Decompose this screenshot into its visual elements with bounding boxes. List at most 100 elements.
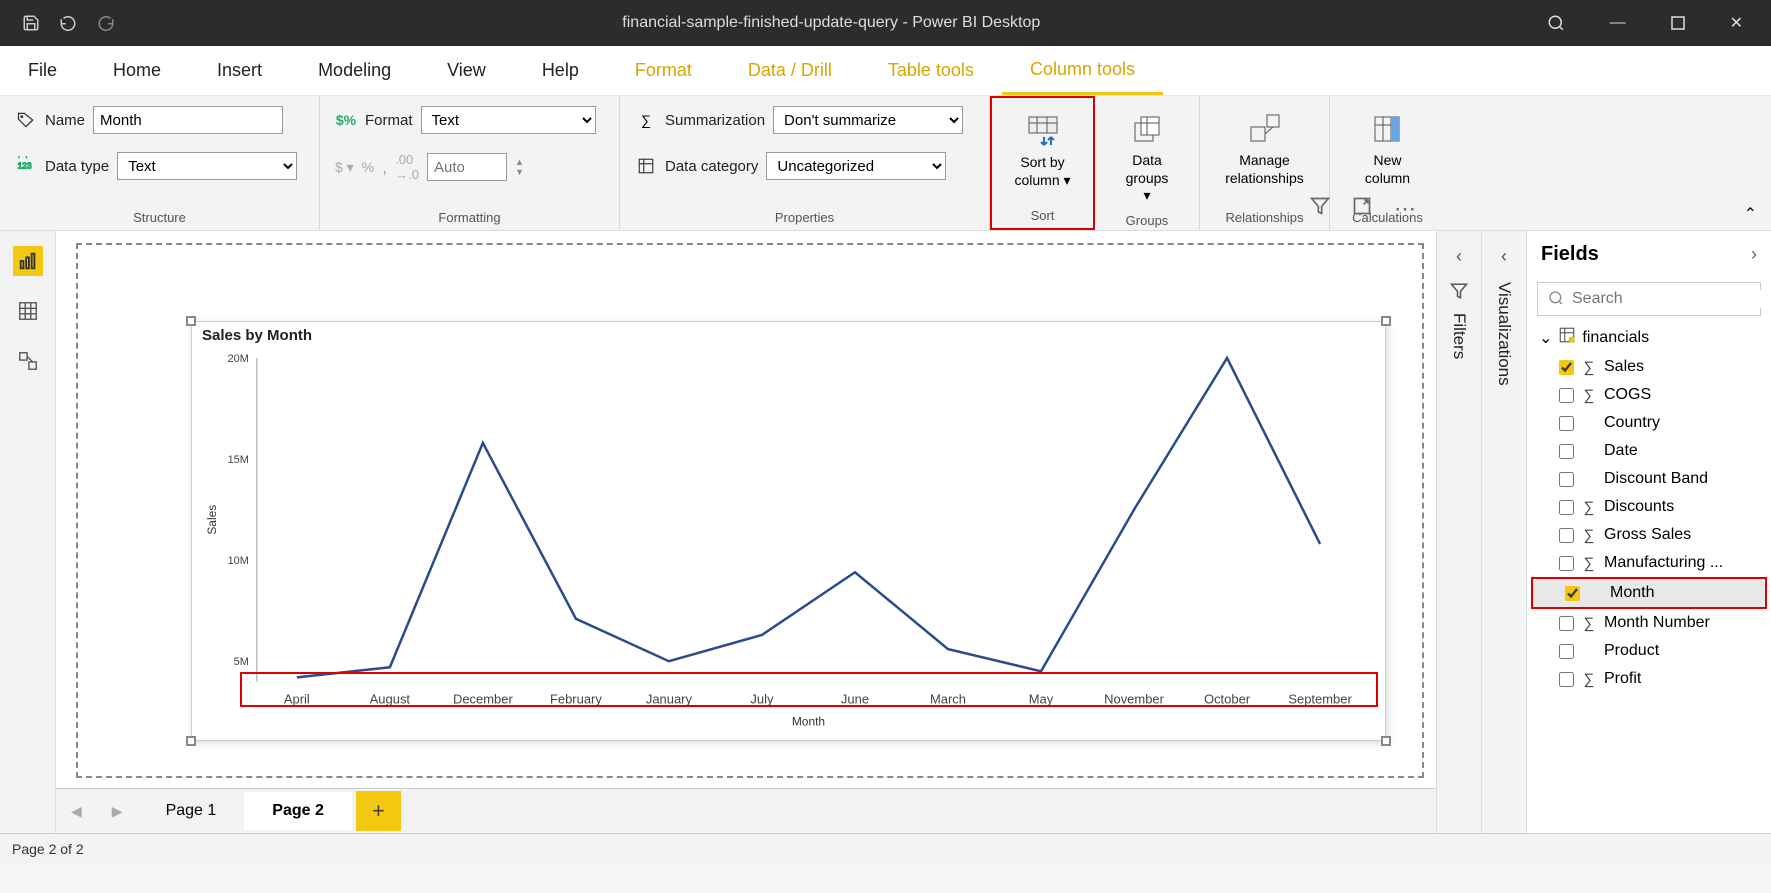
filters-pane-collapsed[interactable]: ‹ Filters: [1436, 231, 1481, 833]
decimal-places-input: [427, 153, 507, 181]
field-name: Month: [1610, 584, 1654, 602]
page-tab-page-2[interactable]: Page 2: [244, 792, 352, 830]
data-groups-button[interactable]: Data groups ▾: [1110, 106, 1184, 210]
search-input[interactable]: [1572, 290, 1771, 308]
ribbon: Name 123 Data type Text Structure $% For…: [0, 96, 1771, 231]
sort-by-column-button[interactable]: Sort by column ▾: [1002, 108, 1082, 194]
column-name-input[interactable]: [93, 106, 283, 134]
data-groups-icon: [1129, 111, 1165, 147]
percent-button[interactable]: %: [362, 159, 374, 175]
menu-tab-insert[interactable]: Insert: [189, 46, 290, 95]
page-status: Page 2 of 2: [12, 841, 84, 857]
search-icon[interactable]: [1547, 14, 1565, 32]
comma-button[interactable]: ,: [382, 157, 387, 178]
field-name: Discount Band: [1604, 470, 1708, 488]
model-view-button[interactable]: [13, 346, 43, 376]
new-column-button[interactable]: New column: [1353, 106, 1422, 192]
chevron-right-icon[interactable]: ›: [1751, 244, 1757, 265]
field-item-month[interactable]: Month: [1533, 579, 1765, 607]
menu-bar: FileHomeInsertModelingViewHelpFormatData…: [0, 46, 1771, 96]
filter-icon[interactable]: [1310, 196, 1330, 222]
filters-label: Filters: [1449, 313, 1469, 359]
data-category-select[interactable]: Uncategorized: [766, 152, 946, 180]
field-checkbox[interactable]: [1559, 472, 1574, 487]
chevron-left-icon[interactable]: ‹: [1456, 246, 1462, 267]
structure-group-label: Structure: [15, 210, 304, 225]
menu-tab-file[interactable]: File: [0, 46, 85, 95]
data-view-button[interactable]: [13, 296, 43, 326]
page-tabs: ◀ ▶ Page 1Page 2 +: [56, 788, 1436, 833]
manage-relationships-button[interactable]: Manage relationships: [1213, 106, 1316, 192]
field-checkbox[interactable]: [1559, 500, 1574, 515]
sigma-icon: ∑: [1582, 387, 1596, 404]
field-item-discounts[interactable]: ∑Discounts: [1527, 493, 1771, 521]
field-checkbox[interactable]: [1559, 388, 1574, 403]
page-tab-page-1[interactable]: Page 1: [138, 792, 245, 830]
field-name: Product: [1604, 642, 1659, 660]
save-icon[interactable]: [22, 14, 40, 32]
chevron-left-icon[interactable]: ‹: [1501, 246, 1507, 267]
page-next-icon[interactable]: ▶: [97, 803, 138, 820]
formatting-group-label: Formatting: [335, 210, 604, 225]
field-checkbox[interactable]: [1559, 416, 1574, 431]
menu-tab-data-drill[interactable]: Data / Drill: [720, 46, 860, 95]
field-item-profit[interactable]: ∑Profit: [1527, 665, 1771, 693]
field-item-country[interactable]: Country: [1527, 409, 1771, 437]
fields-table-header[interactable]: ⌄ financials: [1527, 326, 1771, 349]
field-item-gross-sales[interactable]: ∑Gross Sales: [1527, 521, 1771, 549]
field-checkbox[interactable]: [1559, 556, 1574, 571]
ribbon-collapse-icon[interactable]: ⌃: [1744, 204, 1757, 224]
datatype-select[interactable]: Text: [117, 152, 297, 180]
field-item-month-number[interactable]: ∑Month Number: [1527, 609, 1771, 637]
field-item-cogs[interactable]: ∑COGS: [1527, 381, 1771, 409]
report-canvas[interactable]: ⋯ Sales by Month 5M10M15M20MSalesAprilAu…: [56, 231, 1436, 833]
field-checkbox[interactable]: [1559, 528, 1574, 543]
summarization-select[interactable]: Don't summarize: [773, 106, 963, 134]
field-checkbox[interactable]: [1565, 586, 1580, 601]
sales-by-month-chart[interactable]: Sales by Month 5M10M15M20MSalesAprilAugu…: [191, 321, 1386, 741]
add-page-button[interactable]: +: [356, 791, 401, 831]
collapse-icon[interactable]: ⌄: [1539, 328, 1552, 348]
format-select[interactable]: Text: [421, 106, 596, 134]
sigma-icon: ∑: [1582, 527, 1596, 544]
focus-mode-icon[interactable]: [1352, 196, 1372, 222]
close-icon[interactable]: ✕: [1730, 13, 1743, 33]
menu-tab-home[interactable]: Home: [85, 46, 189, 95]
field-checkbox[interactable]: [1559, 360, 1574, 375]
table-name: financials: [1582, 329, 1649, 347]
field-name: Month Number: [1604, 614, 1710, 632]
menu-tab-view[interactable]: View: [419, 46, 514, 95]
decimal-button[interactable]: .00→.0: [395, 152, 419, 182]
minimize-icon[interactable]: —: [1610, 14, 1626, 32]
more-options-icon[interactable]: ⋯: [1394, 196, 1416, 222]
undo-icon[interactable]: [58, 14, 78, 32]
groups-group-label: Groups: [1110, 213, 1184, 228]
field-item-sales[interactable]: ∑ Sales: [1527, 353, 1771, 381]
sigma-icon: ∑: [1582, 555, 1596, 572]
field-checkbox[interactable]: [1559, 444, 1574, 459]
field-item-discount-band[interactable]: Discount Band: [1527, 465, 1771, 493]
currency-button[interactable]: $ ▾: [335, 159, 354, 176]
report-view-button[interactable]: [13, 246, 43, 276]
sigma-icon: ∑: [1582, 359, 1596, 376]
menu-tab-table-tools[interactable]: Table tools: [860, 46, 1002, 95]
menu-tab-column-tools[interactable]: Column tools: [1002, 46, 1163, 95]
field-item-date[interactable]: Date: [1527, 437, 1771, 465]
menu-tab-modeling[interactable]: Modeling: [290, 46, 419, 95]
datatype-icon: 123: [15, 155, 37, 177]
field-item-manufacturing-[interactable]: ∑Manufacturing ...: [1527, 549, 1771, 577]
field-checkbox[interactable]: [1559, 672, 1574, 687]
field-checkbox[interactable]: [1559, 616, 1574, 631]
field-checkbox[interactable]: [1559, 644, 1574, 659]
summarization-label: Summarization: [665, 112, 765, 129]
redo-icon[interactable]: [96, 14, 116, 32]
maximize-icon[interactable]: [1671, 16, 1685, 30]
menu-tab-help[interactable]: Help: [514, 46, 607, 95]
spin-down-icon[interactable]: ▼: [515, 167, 524, 177]
visualizations-pane-collapsed[interactable]: ‹ Visualizations: [1481, 231, 1526, 833]
spin-up-icon[interactable]: ▲: [515, 157, 524, 167]
fields-search[interactable]: [1537, 282, 1761, 316]
page-prev-icon[interactable]: ◀: [56, 803, 97, 820]
menu-tab-format[interactable]: Format: [607, 46, 720, 95]
field-item-product[interactable]: Product: [1527, 637, 1771, 665]
